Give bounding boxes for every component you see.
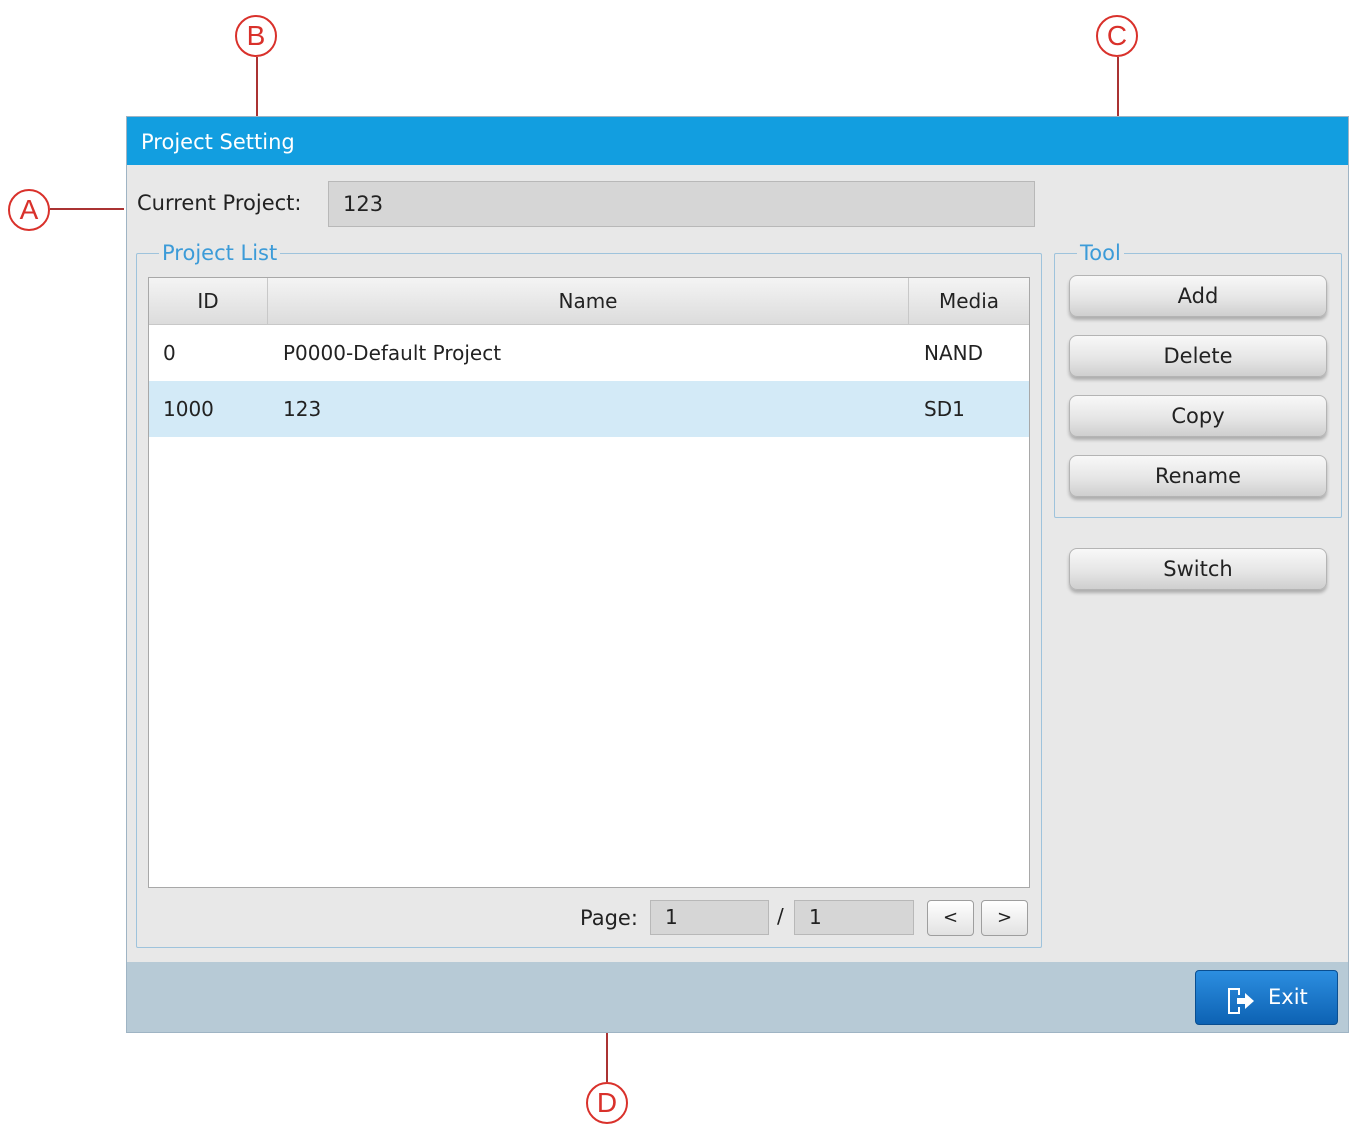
exit-button[interactable]: Exit	[1195, 970, 1338, 1025]
table-row-selected[interactable]: 1000 123 SD1	[149, 381, 1029, 437]
exit-icon	[1226, 983, 1256, 1014]
cell-media: NAND	[924, 341, 984, 365]
column-header-media[interactable]: Media	[909, 278, 1029, 324]
current-project-field: 123	[328, 181, 1035, 227]
tool-legend: Tool	[1080, 241, 1121, 265]
project-table: ID Name Media 0 P0000-Default Project NA…	[148, 277, 1030, 888]
table-row[interactable]: 0 P0000-Default Project NAND	[149, 325, 1029, 381]
column-header-id[interactable]: ID	[149, 278, 268, 324]
page-current-input[interactable]: 1	[650, 900, 769, 935]
page-separator: /	[777, 904, 784, 928]
current-project-label: Current Project:	[137, 191, 302, 215]
callout-a: A	[8, 189, 50, 231]
next-page-button[interactable]: >	[981, 900, 1028, 936]
delete-button[interactable]: Delete	[1069, 335, 1327, 377]
callout-a-line	[50, 208, 124, 210]
cell-name: 123	[283, 397, 322, 421]
exit-label: Exit	[1268, 985, 1308, 1009]
window-title: Project Setting	[127, 117, 1348, 165]
prev-page-button[interactable]: <	[927, 900, 974, 936]
callout-b: B	[235, 15, 277, 57]
project-setting-window: Project Setting Current Project: 123 Pro…	[126, 116, 1349, 1033]
cell-name: P0000-Default Project	[283, 341, 502, 365]
page-label: Page:	[580, 906, 638, 930]
page-total-field: 1	[794, 900, 914, 935]
add-button[interactable]: Add	[1069, 275, 1327, 317]
column-header-name[interactable]: Name	[268, 278, 909, 324]
project-list-legend: Project List	[162, 241, 278, 265]
switch-button[interactable]: Switch	[1069, 548, 1327, 590]
copy-button[interactable]: Copy	[1069, 395, 1327, 437]
footer-bar: Exit	[127, 962, 1348, 1032]
cell-id: 0	[163, 341, 176, 365]
cell-media: SD1	[924, 397, 965, 421]
callout-d: D	[586, 1082, 628, 1124]
table-header: ID Name Media	[149, 278, 1029, 325]
rename-button[interactable]: Rename	[1069, 455, 1327, 497]
cell-id: 1000	[163, 397, 214, 421]
callout-c: C	[1096, 15, 1138, 57]
